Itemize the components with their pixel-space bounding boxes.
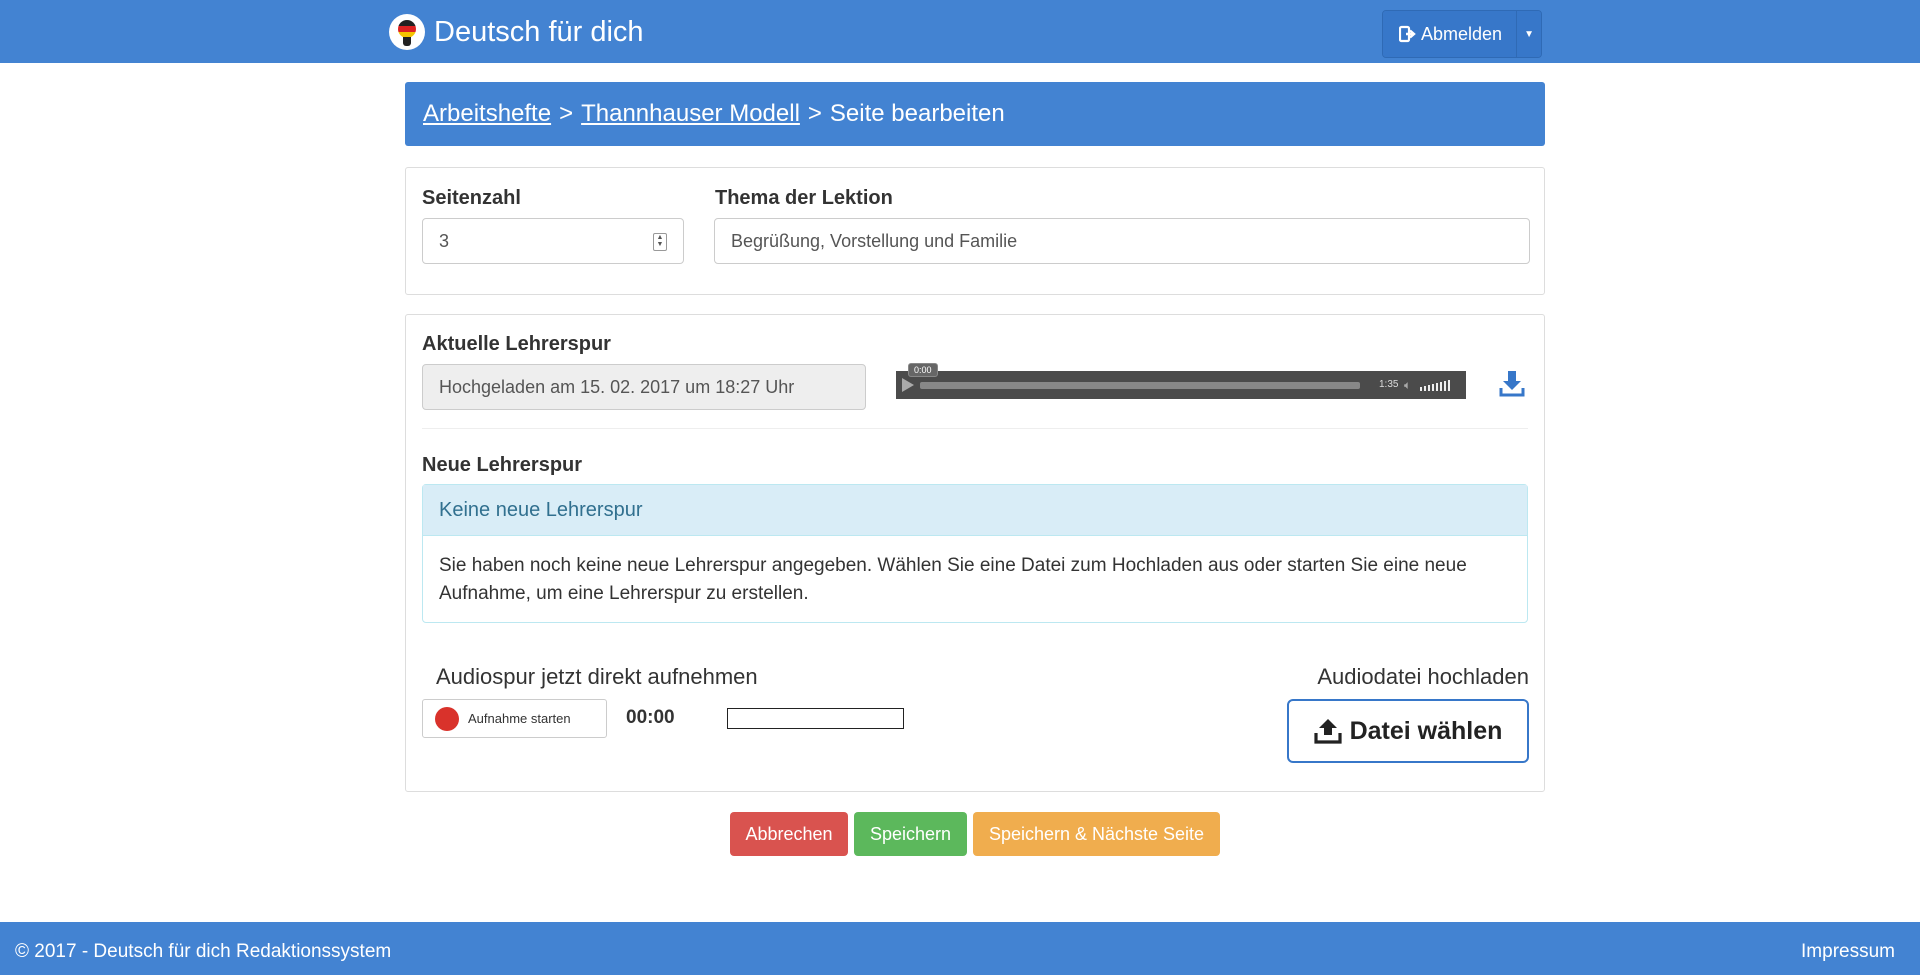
number-spinner-icon[interactable]: ▲ ▼ [653,233,667,251]
audio-duration: 1:35 [1379,379,1399,390]
page-number-value: 3 [439,230,450,251]
logout-button-group: Abmelden ▼ [1382,10,1543,58]
volume-slider[interactable] [1420,379,1452,391]
topic-input[interactable]: Begrüßung, Vorstellung und Familie [714,218,1530,264]
page-settings-panel: Seitenzahl 3 ▲ ▼ Thema der Lektion Begrüß… [405,167,1545,295]
logout-label: Abmelden [1421,23,1503,44]
time-bubble: 0:00 [908,363,938,377]
current-track-label: Aktuelle Lehrerspur [422,333,611,355]
topic-label: Thema der Lektion [715,187,893,209]
recording-timer: 00:00 [626,707,675,728]
uploaded-info-text: Hochgeladen am 15. 02. 2017 um 18:27 Uhr [439,376,795,397]
record-icon [435,706,459,731]
footer: © 2017 - Deutsch für dich Redaktionssyst… [0,922,1920,975]
breadcrumb-separator: > [559,100,574,127]
uploaded-info-field: Hochgeladen am 15. 02. 2017 um 18:27 Uhr [422,364,866,410]
caret-down-icon: ▼ [1524,28,1535,40]
audio-progress-bar[interactable] [920,382,1360,389]
start-recording-button[interactable]: Aufnahme starten [422,699,607,738]
new-track-label: Neue Lehrerspur [422,454,583,476]
breadcrumb-current: Seite bearbeiten [829,100,1005,127]
record-section-title: Audiospur jetzt direkt aufnehmen [436,664,758,689]
breadcrumb: Arbeitshefte > Thannhauser Modell > Seit… [405,82,1545,146]
start-recording-label: Aufnahme starten [468,711,571,726]
brand[interactable]: Deutsch für dich [389,12,644,52]
download-icon[interactable] [1499,369,1525,397]
brand-logo-icon [389,14,425,50]
cancel-button[interactable]: Abbrechen [730,812,848,856]
choose-file-label: Datei wählen [1349,716,1503,745]
footer-copyright: © 2017 - Deutsch für dich Redaktionssyst… [15,941,392,962]
breadcrumb-separator: > [807,100,822,127]
play-icon[interactable] [902,378,914,392]
save-and-next-button[interactable]: Speichern & Nächste Seite [973,812,1220,856]
breadcrumb-link-arbeitshefte[interactable]: Arbeitshefte [423,100,551,128]
sign-out-icon [1399,25,1416,43]
volume-icon[interactable]: 🔈︎ [1404,378,1411,393]
alert-title: Keine neue Lehrerspur [423,485,1527,536]
top-navbar: Deutsch für dich Abmelden ▼ [0,0,1920,63]
page-number-label: Seitenzahl [422,187,521,209]
section-divider [422,428,1528,429]
upload-section-title: Audiodatei hochladen [1317,664,1529,689]
save-button[interactable]: Speichern [854,812,967,856]
choose-file-button[interactable]: Datei wählen [1287,699,1529,763]
breadcrumb-link-workbook[interactable]: Thannhauser Modell [581,100,800,128]
topic-value: Begrüßung, Vorstellung und Familie [731,230,1018,251]
alert-text: Sie haben noch keine neue Lehrerspur ang… [439,555,1467,604]
upload-icon [1313,719,1342,744]
recording-level-bar [727,708,904,729]
brand-title: Deutsch für dich [434,15,644,48]
logout-button[interactable]: Abmelden [1383,11,1517,57]
impressum-link[interactable]: Impressum [1801,941,1895,963]
logout-dropdown-toggle[interactable]: ▼ [1516,11,1542,57]
page-number-input[interactable]: 3 ▲ ▼ [422,218,684,264]
no-track-alert: Keine neue Lehrerspur Sie haben noch kei… [422,484,1528,623]
teacher-track-panel: Aktuelle Lehrerspur Hochgeladen am 15. 0… [405,314,1545,792]
audio-player: 0:00 1:35 🔈︎ [896,363,1466,399]
